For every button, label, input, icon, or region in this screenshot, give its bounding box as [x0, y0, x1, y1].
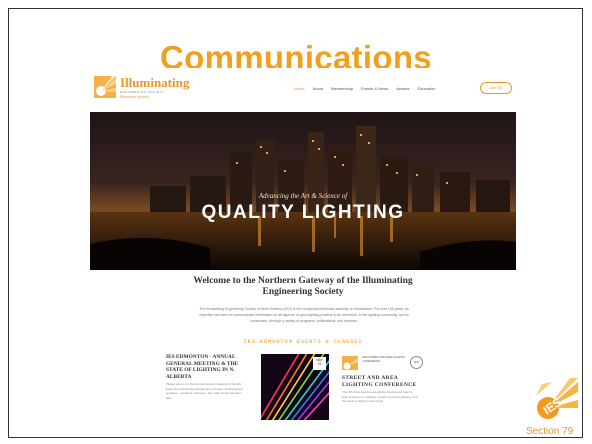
event-card-street-lighting[interactable]: 2022 STREET AND AREA LIGHTING CONFERENCE…: [342, 354, 430, 420]
city-skyline-image: [90, 112, 516, 270]
welcome-heading: Welcome to the Northern Gateway of the I…: [193, 276, 413, 297]
conference-badge: IES: [410, 356, 423, 369]
section-number: Section 79: [526, 426, 574, 437]
ies-logo-icon: IES: [532, 378, 578, 424]
nav-item-home[interactable]: Home: [294, 86, 305, 92]
event-card-title[interactable]: IES EDMONTON - ANNUAL GENERAL MEETING & …: [166, 354, 248, 380]
event-card-text: Please join us for the Annual General Me…: [166, 382, 243, 400]
site-logo[interactable]: Illuminating ENGINEERING SOCIETY Edmonto…: [94, 74, 204, 102]
welcome-intro: The Illuminating Engineering Society of …: [199, 307, 409, 323]
nav-item-awards[interactable]: Awards: [396, 86, 409, 92]
hero-headline: QUALITY LIGHTING: [201, 202, 405, 223]
slide: Communications Illuminating ENGINEERING …: [0, 0, 592, 444]
main-nav: Home About Membership Events & News Awar…: [294, 86, 443, 92]
site-header: Illuminating ENGINEERING SOCIETY Edmonto…: [88, 68, 518, 110]
sunburst-logo-icon: [342, 356, 358, 370]
conference-banner: 2022 STREET AND AREA LIGHTING CONFERENCE…: [342, 354, 430, 372]
sunburst-logo-icon: [94, 76, 116, 98]
nav-item-events-news[interactable]: Events & News: [361, 86, 388, 92]
event-date-badge: MAY 21: [313, 357, 326, 370]
event-card-text: The IES Street and Area Lighting Confere…: [342, 390, 418, 403]
nav-item-education[interactable]: Education: [418, 86, 436, 92]
hero-kicker: Advancing the Art & Science of: [258, 192, 348, 200]
logo-subtitle: ENGINEERING SOCIETY: [120, 90, 165, 94]
conference-banner-text: 2022 STREET AND AREA LIGHTING CONFERENCE: [362, 356, 406, 363]
join-button[interactable]: Join IES: [480, 82, 512, 94]
event-card-image[interactable]: MAY 21: [261, 354, 329, 420]
nav-item-membership[interactable]: Membership: [331, 86, 353, 92]
logo-chapter: Edmonton Section: [120, 95, 149, 99]
nav-item-about[interactable]: About: [313, 86, 323, 92]
hero-banner: Advancing the Art & Science of QUALITY L…: [90, 112, 516, 270]
event-card-agm[interactable]: IES EDMONTON - ANNUAL GENERAL MEETING & …: [166, 354, 248, 420]
event-card-title[interactable]: STREET AND AREA LIGHTING CONFERENCE: [342, 375, 430, 388]
event-date-day: 21: [317, 362, 322, 366]
website-screenshot: Illuminating ENGINEERING SOCIETY Edmonto…: [88, 68, 518, 420]
events-heading: IES EDMONTON EVENTS & CLASSES: [243, 338, 363, 345]
logo-name: Illuminating: [120, 75, 190, 90]
